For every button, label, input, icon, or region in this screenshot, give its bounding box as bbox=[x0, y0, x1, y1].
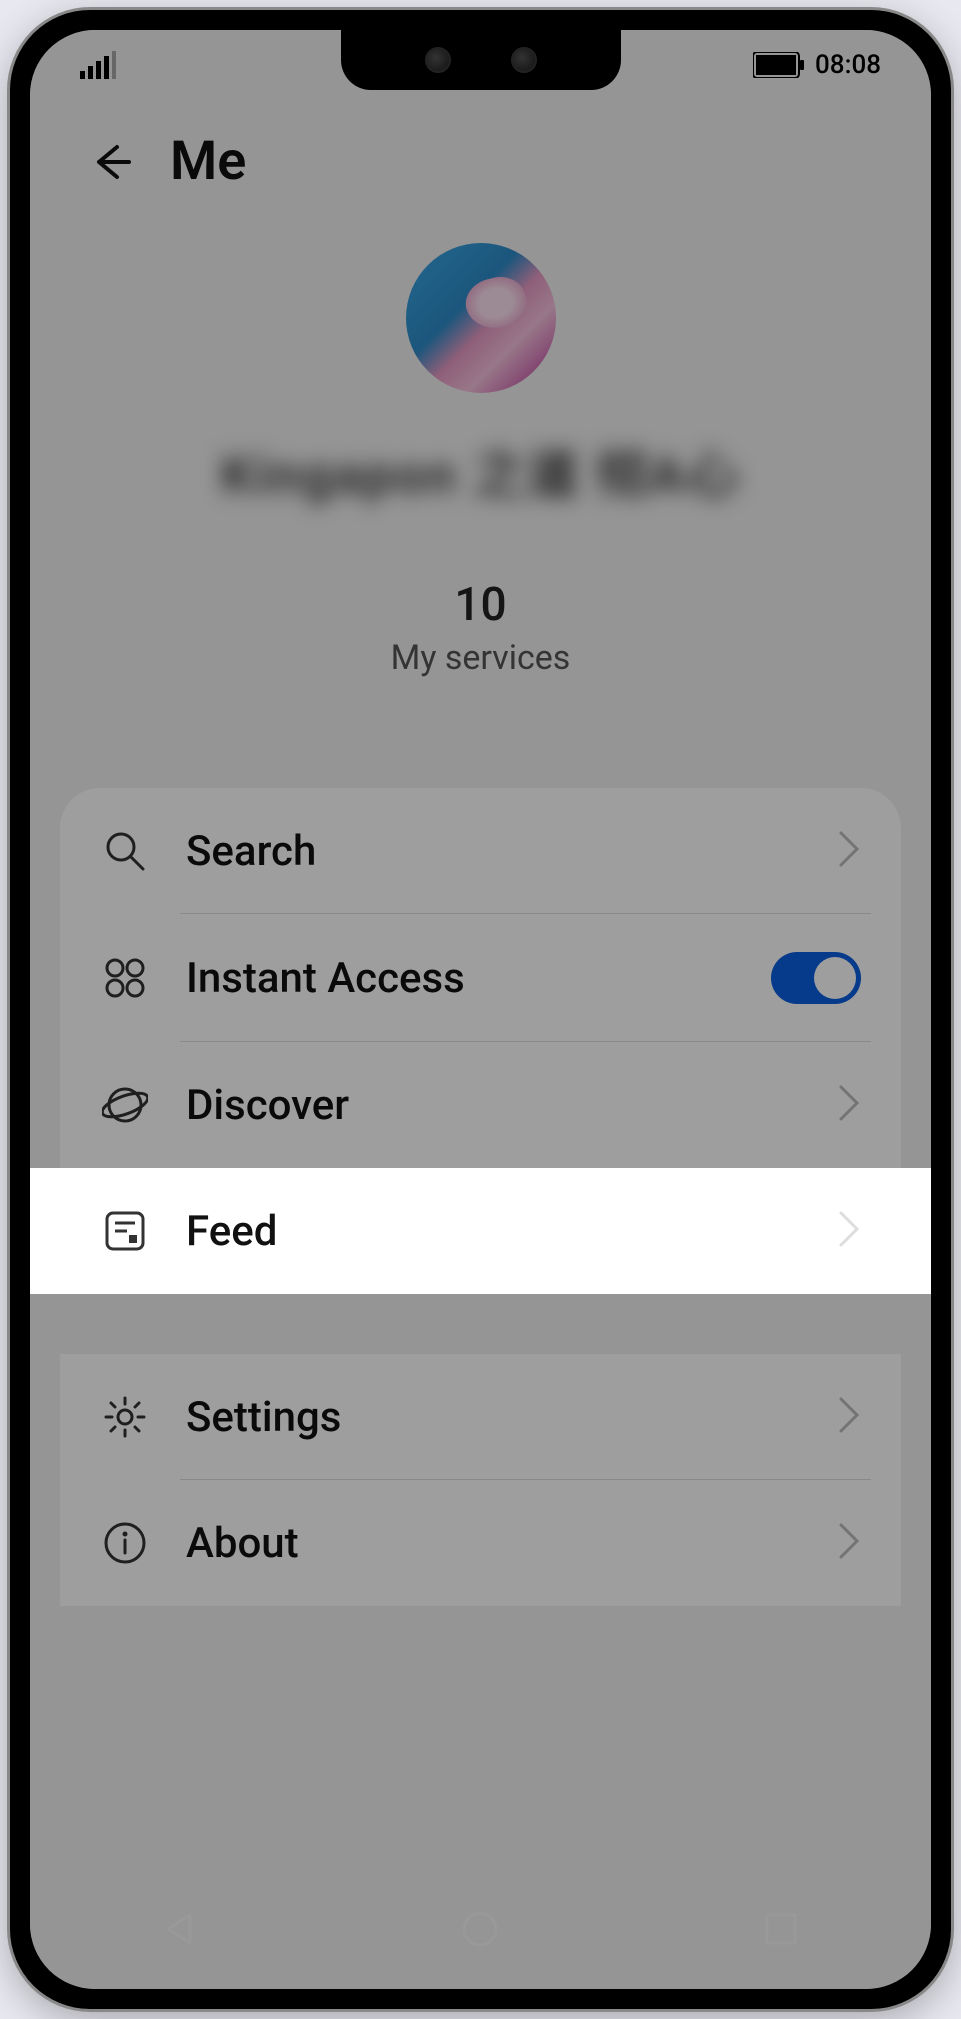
battery-icon bbox=[753, 52, 805, 78]
nav-home-button[interactable] bbox=[440, 1889, 520, 1969]
status-time: 08:08 bbox=[815, 50, 881, 80]
menu-card-2: Settings About bbox=[60, 1354, 901, 1606]
menu-label: About bbox=[186, 1519, 801, 1568]
menu-item-discover[interactable]: Discover bbox=[60, 1042, 901, 1168]
menu-label: Search bbox=[186, 827, 801, 876]
page-title: Me bbox=[170, 130, 246, 193]
chevron-right-icon bbox=[837, 1395, 861, 1439]
profile-section: Kingapon 之道 彻A心 10 My services bbox=[30, 213, 931, 748]
username: Kingapon 之道 彻A心 bbox=[221, 433, 740, 508]
services-count[interactable]: 10 bbox=[454, 578, 506, 632]
feed-icon bbox=[100, 1206, 150, 1256]
phone-frame: 08:08 Me Kingapon 之道 彻A心 10 My services … bbox=[10, 10, 951, 2009]
triangle-back-icon bbox=[160, 1909, 200, 1949]
menu-label: Instant Access bbox=[186, 954, 735, 1003]
front-camera-icon bbox=[425, 47, 451, 73]
instant-access-toggle[interactable] bbox=[771, 952, 861, 1004]
menu-item-about[interactable]: About bbox=[60, 1480, 901, 1606]
chevron-right-icon bbox=[837, 1521, 861, 1565]
menu-item-instant-access[interactable]: Instant Access bbox=[60, 914, 901, 1042]
chevron-right-icon bbox=[837, 1209, 861, 1253]
notch bbox=[341, 30, 621, 90]
nav-back-button[interactable] bbox=[140, 1889, 220, 1969]
menu-label: Settings bbox=[186, 1393, 801, 1442]
arrow-left-icon bbox=[85, 137, 135, 187]
menu-item-settings[interactable]: Settings bbox=[60, 1354, 901, 1480]
gear-icon bbox=[100, 1392, 150, 1442]
signal-icon bbox=[80, 51, 116, 79]
screen: 08:08 Me Kingapon 之道 彻A心 10 My services … bbox=[30, 30, 931, 1989]
chevron-right-icon bbox=[837, 1083, 861, 1127]
grid-icon bbox=[100, 953, 150, 1003]
info-icon bbox=[100, 1518, 150, 1568]
square-recents-icon bbox=[763, 1911, 799, 1947]
menu-label: Discover bbox=[186, 1081, 801, 1130]
chevron-right-icon bbox=[837, 829, 861, 873]
back-button[interactable] bbox=[80, 132, 140, 192]
front-camera-icon bbox=[511, 47, 537, 73]
planet-icon bbox=[100, 1080, 150, 1130]
header: Me bbox=[30, 100, 931, 213]
avatar[interactable] bbox=[406, 243, 556, 393]
menu-item-feed[interactable]: Feed bbox=[30, 1168, 931, 1294]
menu-item-search[interactable]: Search bbox=[60, 788, 901, 914]
circle-home-icon bbox=[460, 1909, 500, 1949]
nav-recents-button[interactable] bbox=[741, 1889, 821, 1969]
system-nav-bar bbox=[30, 1869, 931, 1989]
menu-card: Search Instant Access Discover bbox=[60, 788, 901, 1168]
services-label: My services bbox=[391, 638, 571, 678]
search-icon bbox=[100, 826, 150, 876]
menu-label: Feed bbox=[186, 1207, 801, 1256]
